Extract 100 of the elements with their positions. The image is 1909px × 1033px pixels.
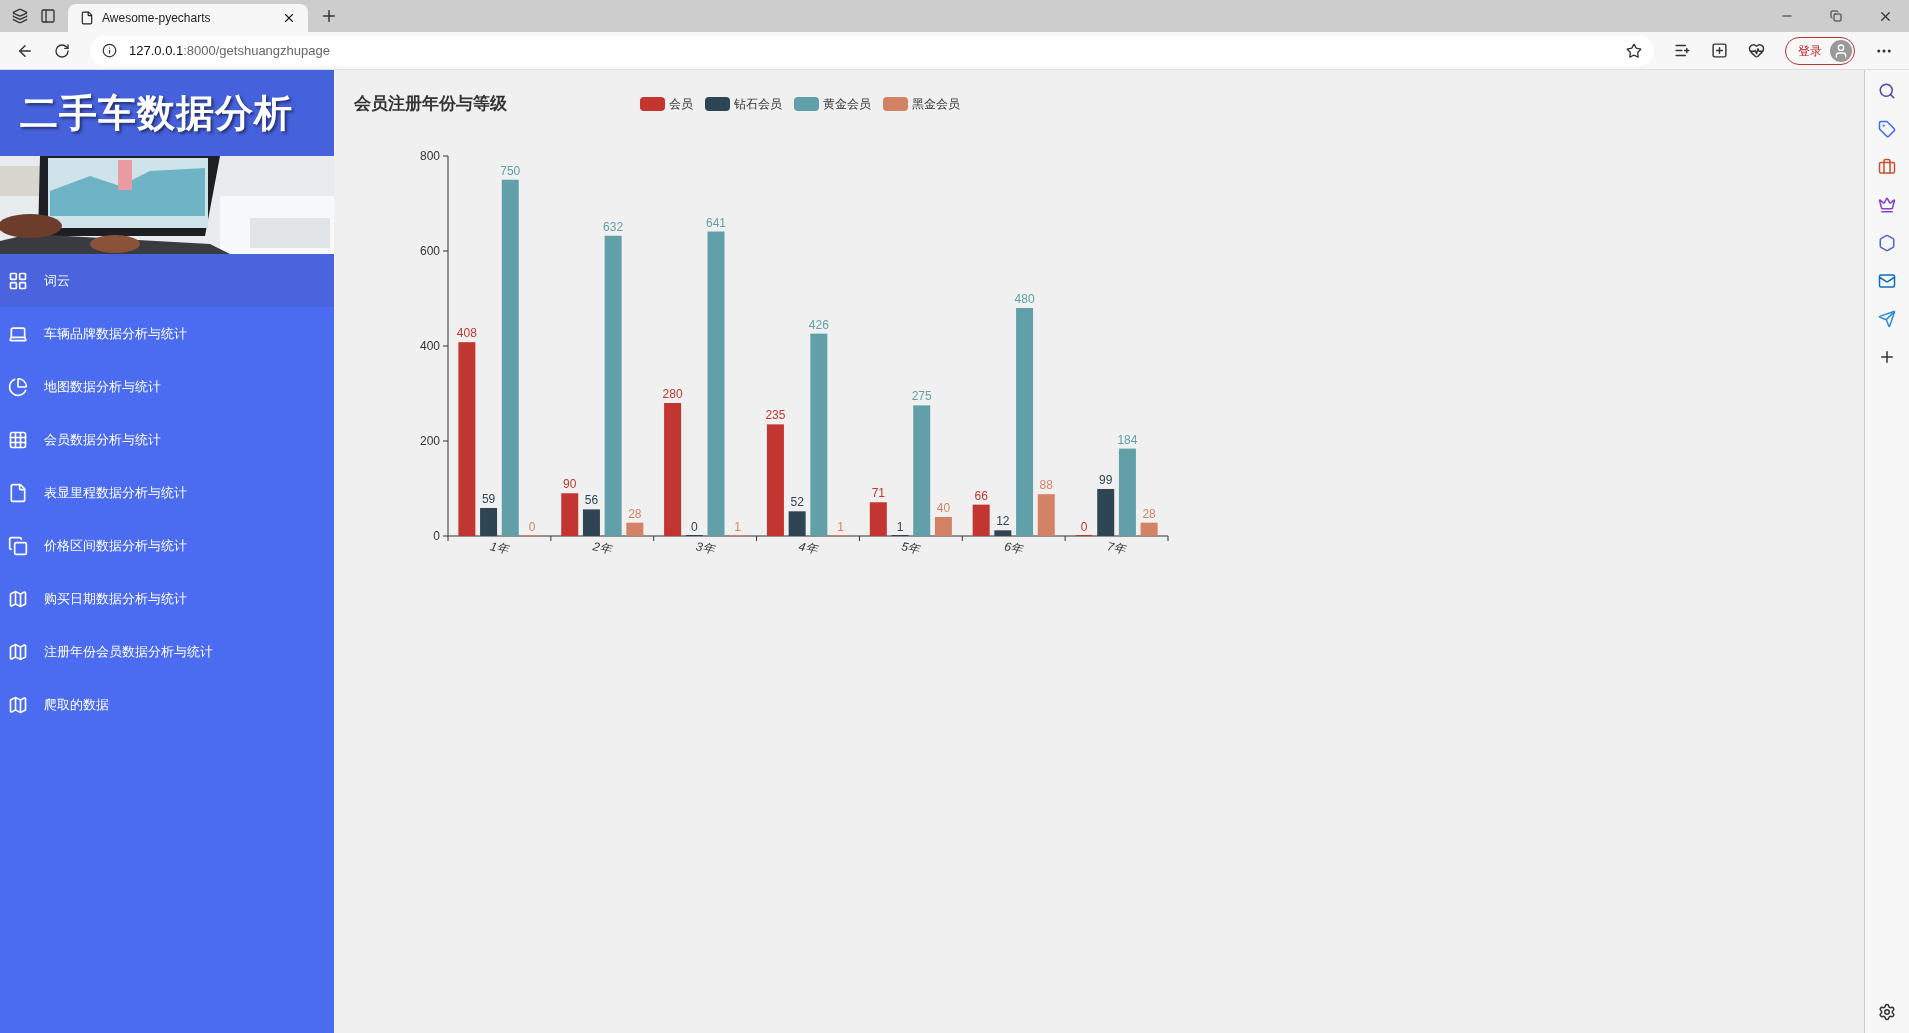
data-label: 12 bbox=[996, 514, 1010, 529]
data-label: 280 bbox=[662, 387, 683, 401]
x-tick-label: 3年 bbox=[694, 539, 716, 557]
data-label: 750 bbox=[500, 163, 521, 178]
sidebar-item[interactable]: 地图数据分析与统计 bbox=[0, 360, 334, 413]
y-tick-label: 400 bbox=[419, 339, 440, 353]
y-tick-label: 800 bbox=[419, 149, 440, 163]
bar bbox=[869, 502, 887, 536]
data-label: 40 bbox=[936, 501, 951, 515]
add-icon[interactable] bbox=[1878, 348, 1896, 366]
bar bbox=[788, 511, 806, 536]
map-icon bbox=[8, 588, 28, 609]
favorite-icon[interactable] bbox=[1626, 42, 1642, 59]
bar bbox=[561, 493, 579, 536]
workspaces-icon[interactable] bbox=[12, 8, 28, 24]
data-label: 0 bbox=[528, 520, 536, 534]
refresh-icon[interactable] bbox=[54, 42, 70, 59]
data-label: 1 bbox=[896, 519, 904, 534]
data-label: 0 bbox=[690, 520, 698, 534]
app-title: 二手车数据分析 bbox=[20, 90, 293, 136]
collections-icon[interactable] bbox=[1711, 42, 1728, 59]
sidebar-item[interactable]: 购买日期数据分析与统计 bbox=[0, 572, 334, 625]
avatar-icon bbox=[1830, 39, 1852, 62]
info-icon bbox=[102, 43, 117, 58]
restore-icon[interactable] bbox=[1830, 10, 1842, 22]
sidebar-item[interactable]: 注册年份会员数据分析与统计 bbox=[0, 625, 334, 678]
data-label: 71 bbox=[871, 486, 885, 501]
legend-label[interactable]: 会员 bbox=[669, 95, 693, 113]
bar bbox=[626, 522, 644, 536]
bar bbox=[582, 509, 600, 536]
data-label: 59 bbox=[481, 492, 496, 506]
hexagon-icon[interactable] bbox=[1878, 234, 1896, 252]
close-icon[interactable] bbox=[282, 11, 296, 25]
map-icon bbox=[8, 694, 28, 715]
x-tick-label: 4年 bbox=[797, 539, 819, 557]
bar bbox=[1097, 489, 1115, 536]
bar bbox=[972, 504, 990, 536]
sidebar-item[interactable]: 会员数据分析与统计 bbox=[0, 413, 334, 466]
chart-title: 会员注册年份与等级 bbox=[354, 93, 508, 116]
bar bbox=[480, 508, 498, 536]
data-label: 275 bbox=[911, 389, 932, 404]
legend-swatch[interactable] bbox=[705, 97, 730, 111]
legend-swatch[interactable] bbox=[794, 97, 819, 111]
settings-icon[interactable] bbox=[1878, 1003, 1896, 1021]
data-label: 426 bbox=[808, 317, 829, 332]
bar bbox=[1037, 494, 1055, 536]
data-label: 235 bbox=[765, 408, 786, 423]
heart-pulse-icon[interactable] bbox=[1748, 42, 1765, 59]
sidebar-item[interactable]: 词云 bbox=[0, 254, 334, 307]
pie-chart-icon bbox=[8, 376, 28, 397]
browser-tab[interactable]: Awesome-pyecharts bbox=[68, 4, 308, 32]
sidebar-item[interactable]: 价格区间数据分析与统计 bbox=[0, 519, 334, 572]
favorites-icon[interactable] bbox=[1674, 42, 1691, 59]
y-tick-label: 200 bbox=[419, 434, 440, 448]
briefcase-icon[interactable] bbox=[1878, 158, 1896, 176]
page-icon bbox=[80, 11, 94, 25]
bar bbox=[994, 530, 1012, 536]
data-label: 480 bbox=[1014, 292, 1035, 306]
data-label: 0 bbox=[1080, 520, 1088, 534]
map-icon bbox=[8, 641, 28, 662]
address-bar[interactable]: 127.0.0.1:8000/getshuangzhupage bbox=[90, 35, 1654, 66]
data-label: 641 bbox=[706, 215, 726, 230]
grid-icon bbox=[8, 429, 28, 450]
data-label: 408 bbox=[456, 326, 477, 341]
data-label: 99 bbox=[1099, 473, 1113, 487]
sidebar-item[interactable]: 爬取的数据 bbox=[0, 678, 334, 731]
mail-icon[interactable] bbox=[1878, 272, 1896, 290]
legend-label[interactable]: 钻石会员 bbox=[734, 95, 782, 113]
tab-actions-icon[interactable] bbox=[40, 8, 56, 24]
bar bbox=[934, 517, 952, 536]
data-label: 52 bbox=[790, 495, 804, 510]
data-label: 632 bbox=[603, 219, 624, 234]
data-label: 28 bbox=[628, 506, 642, 521]
x-tick-label: 2年 bbox=[591, 539, 613, 557]
x-tick-label: 1年 bbox=[488, 539, 510, 557]
y-tick-label: 600 bbox=[419, 244, 440, 258]
sidebar-item[interactable]: 车辆品牌数据分析与统计 bbox=[0, 307, 334, 360]
search-icon[interactable] bbox=[1878, 82, 1896, 100]
legend-label[interactable]: 黑金会员 bbox=[912, 95, 960, 113]
grid-icon bbox=[8, 270, 28, 291]
data-label: 88 bbox=[1039, 478, 1053, 493]
bar bbox=[1140, 522, 1158, 536]
new-tab-icon[interactable] bbox=[320, 7, 338, 25]
send-icon[interactable] bbox=[1878, 310, 1896, 328]
data-label: 1 bbox=[837, 519, 844, 534]
legend-label[interactable]: 黄金会员 bbox=[823, 95, 871, 113]
legend-swatch[interactable] bbox=[640, 97, 665, 111]
sidebar-item[interactable]: 表显里程数据分析与统计 bbox=[0, 466, 334, 519]
x-tick-label: 7年 bbox=[1106, 539, 1128, 557]
y-tick-label: 0 bbox=[433, 529, 440, 543]
data-label: 66 bbox=[974, 488, 988, 503]
data-label: 1 bbox=[734, 519, 742, 534]
legend-swatch[interactable] bbox=[883, 97, 908, 111]
data-label: 90 bbox=[563, 477, 577, 492]
x-tick-label: 6年 bbox=[1003, 539, 1025, 557]
data-label: 184 bbox=[1117, 432, 1138, 447]
tag-icon[interactable] bbox=[1878, 120, 1896, 138]
x-tick-label: 5年 bbox=[900, 539, 922, 557]
data-label: 56 bbox=[584, 493, 599, 508]
windows-icon bbox=[8, 535, 28, 556]
